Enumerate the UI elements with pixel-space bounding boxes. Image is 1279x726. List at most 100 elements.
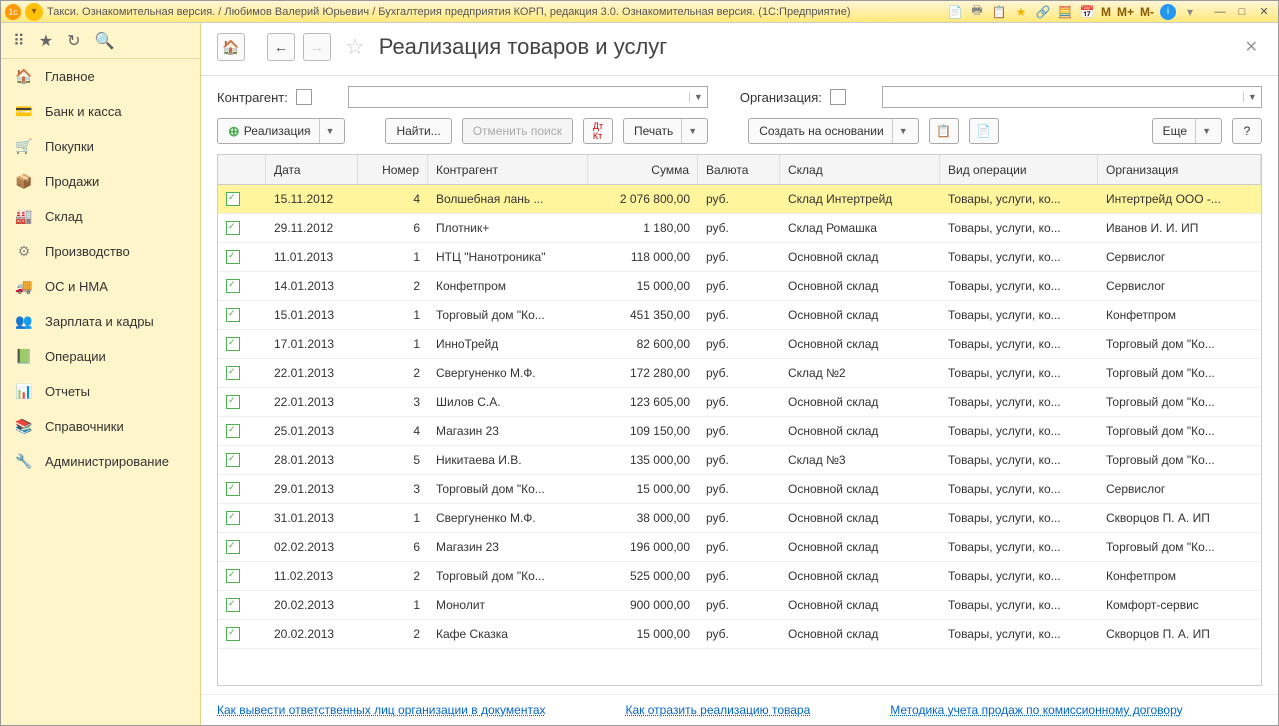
org-checkbox[interactable]: [830, 89, 846, 105]
back-button[interactable]: ←: [267, 33, 295, 61]
sidebar-icon: 🏠: [15, 68, 33, 86]
sidebar-item-9[interactable]: 📊Отчеты: [1, 374, 200, 409]
apps-icon[interactable]: ⠿: [13, 31, 25, 51]
tb-mplus-button[interactable]: M+: [1117, 5, 1134, 19]
table-row[interactable]: 20.02.2013 2 Кафе Сказка 15 000,00 руб. …: [218, 620, 1261, 649]
tb-copy-icon[interactable]: 📋: [991, 4, 1007, 20]
footer-link-1[interactable]: Как вывести ответственных лиц организаци…: [217, 703, 546, 717]
cell-date: 11.01.2013: [266, 250, 358, 264]
sidebar-item-5[interactable]: ⚙Производство: [1, 234, 200, 269]
close-page-button[interactable]: ✕: [1241, 33, 1262, 61]
tb-mminus-button[interactable]: M-: [1140, 5, 1154, 19]
tb-star-icon[interactable]: ★: [1013, 4, 1029, 20]
forward-button[interactable]: →: [303, 33, 331, 61]
th-sum[interactable]: Сумма: [588, 155, 698, 184]
chevron-down-icon[interactable]: ▼: [681, 119, 697, 143]
th-number[interactable]: Номер: [358, 155, 428, 184]
report-button[interactable]: 📄: [969, 118, 999, 144]
sidebar-item-7[interactable]: 👥Зарплата и кадры: [1, 304, 200, 339]
tb-m-button[interactable]: M: [1101, 5, 1111, 19]
th-sklad[interactable]: Склад: [780, 155, 940, 184]
table-row[interactable]: 17.01.2013 1 ИнноТрейд 82 600,00 руб. Ос…: [218, 330, 1261, 359]
cell-currency: руб.: [698, 540, 780, 554]
minimize-button[interactable]: —: [1210, 4, 1230, 20]
titlebar-back-button[interactable]: ▾: [25, 3, 43, 21]
table-row[interactable]: 25.01.2013 4 Магазин 23 109 150,00 руб. …: [218, 417, 1261, 446]
sidebar-item-10[interactable]: 📚Справочники: [1, 409, 200, 444]
cell-operation: Товары, услуги, ко...: [940, 540, 1098, 554]
table-row[interactable]: 14.01.2013 2 Конфетпром 15 000,00 руб. О…: [218, 272, 1261, 301]
tb-calendar-icon[interactable]: 📅: [1079, 4, 1095, 20]
cancel-search-button[interactable]: Отменить поиск: [462, 118, 573, 144]
history-icon[interactable]: ↻: [67, 31, 80, 51]
cell-date: 20.02.2013: [266, 598, 358, 612]
table-row[interactable]: 31.01.2013 1 Свергуненко М.Ф. 38 000,00 …: [218, 504, 1261, 533]
th-operation[interactable]: Вид операции: [940, 155, 1098, 184]
tb-doc-icon[interactable]: 📄: [947, 4, 963, 20]
footer-link-2[interactable]: Как отразить реализацию товара: [626, 703, 811, 717]
sidebar-item-4[interactable]: 🏭Склад: [1, 199, 200, 234]
cell-currency: руб.: [698, 511, 780, 525]
tb-link-icon[interactable]: 🔗: [1035, 4, 1051, 20]
cell-number: 3: [358, 395, 428, 409]
chevron-down-icon[interactable]: ▼: [689, 92, 707, 102]
org-select[interactable]: ▼: [882, 86, 1262, 108]
table-row[interactable]: 15.11.2012 4 Волшебная лань ... 2 076 80…: [218, 185, 1261, 214]
th-contragent[interactable]: Контрагент: [428, 155, 588, 184]
th-icon[interactable]: [218, 155, 266, 184]
table-row[interactable]: 11.02.2013 2 Торговый дом "Ко... 525 000…: [218, 562, 1261, 591]
sidebar-item-11[interactable]: 🔧Администрирование: [1, 444, 200, 479]
th-org[interactable]: Организация: [1098, 155, 1261, 184]
table-row[interactable]: 29.01.2013 3 Торговый дом "Ко... 15 000,…: [218, 475, 1261, 504]
tb-calculator-icon[interactable]: 🧮: [1057, 4, 1073, 20]
table-row[interactable]: 02.02.2013 6 Магазин 23 196 000,00 руб. …: [218, 533, 1261, 562]
table-row[interactable]: 28.01.2013 5 Никитаева И.В. 135 000,00 р…: [218, 446, 1261, 475]
cell-sum: 196 000,00: [588, 540, 698, 554]
page-title: Реализация товаров и услуг: [379, 34, 1233, 60]
footer-link-3[interactable]: Методика учета продаж по комиссионному д…: [890, 703, 1182, 717]
dtkr-button[interactable]: ДтКт: [583, 118, 613, 144]
sidebar-item-2[interactable]: 🛒Покупки: [1, 129, 200, 164]
cell-operation: Товары, услуги, ко...: [940, 337, 1098, 351]
chevron-down-icon[interactable]: ▼: [1243, 92, 1261, 102]
cell-org: Торговый дом "Ко...: [1098, 453, 1261, 467]
chevron-down-icon[interactable]: ▼: [892, 119, 908, 143]
table-row[interactable]: 11.01.2013 1 НТЦ "Нанотроника" 118 000,0…: [218, 243, 1261, 272]
find-button[interactable]: Найти...: [385, 118, 451, 144]
table-row[interactable]: 20.02.2013 1 Монолит 900 000,00 руб. Осн…: [218, 591, 1261, 620]
close-window-button[interactable]: ✕: [1254, 4, 1274, 20]
create-based-button[interactable]: Создать на основании ▼: [748, 118, 918, 144]
tb-dropdown-icon[interactable]: ▾: [1182, 4, 1198, 20]
cell-operation: Товары, услуги, ко...: [940, 627, 1098, 641]
sidebar-item-6[interactable]: 🚚ОС и НМА: [1, 269, 200, 304]
realizatsiya-button[interactable]: ⊕ Реализация ▼: [217, 118, 345, 144]
favorite-star-icon[interactable]: ☆: [345, 34, 365, 60]
table-row[interactable]: 22.01.2013 3 Шилов С.А. 123 605,00 руб. …: [218, 388, 1261, 417]
table-row[interactable]: 29.11.2012 6 Плотник+ 1 180,00 руб. Скла…: [218, 214, 1261, 243]
help-button[interactable]: ?: [1232, 118, 1262, 144]
sidebar-item-0[interactable]: 🏠Главное: [1, 59, 200, 94]
search-icon[interactable]: 🔍: [94, 31, 114, 51]
th-currency[interactable]: Валюта: [698, 155, 780, 184]
sidebar-item-1[interactable]: 💳Банк и касса: [1, 94, 200, 129]
sidebar-item-8[interactable]: 📗Операции: [1, 339, 200, 374]
print-button[interactable]: Печать ▼: [623, 118, 708, 144]
table-row[interactable]: 22.01.2013 2 Свергуненко М.Ф. 172 280,00…: [218, 359, 1261, 388]
contragent-checkbox[interactable]: [296, 89, 312, 105]
maximize-button[interactable]: □: [1232, 4, 1252, 20]
document-status-icon: [226, 598, 240, 612]
tb-info-icon[interactable]: i: [1160, 4, 1176, 20]
chevron-down-icon[interactable]: ▼: [319, 119, 335, 143]
cell-number: 1: [358, 511, 428, 525]
cell-org: Интертрейд ООО -...: [1098, 192, 1261, 206]
th-date[interactable]: Дата: [266, 155, 358, 184]
favorites-icon[interactable]: ★: [39, 31, 53, 51]
tb-print-icon[interactable]: 🖶: [969, 4, 985, 20]
list-view-button[interactable]: 📋: [929, 118, 959, 144]
home-button[interactable]: 🏠: [217, 33, 245, 61]
sidebar-item-3[interactable]: 📦Продажи: [1, 164, 200, 199]
more-button[interactable]: Еще ▼: [1152, 118, 1222, 144]
contragent-select[interactable]: ▼: [348, 86, 708, 108]
table-row[interactable]: 15.01.2013 1 Торговый дом "Ко... 451 350…: [218, 301, 1261, 330]
chevron-down-icon[interactable]: ▼: [1195, 119, 1211, 143]
